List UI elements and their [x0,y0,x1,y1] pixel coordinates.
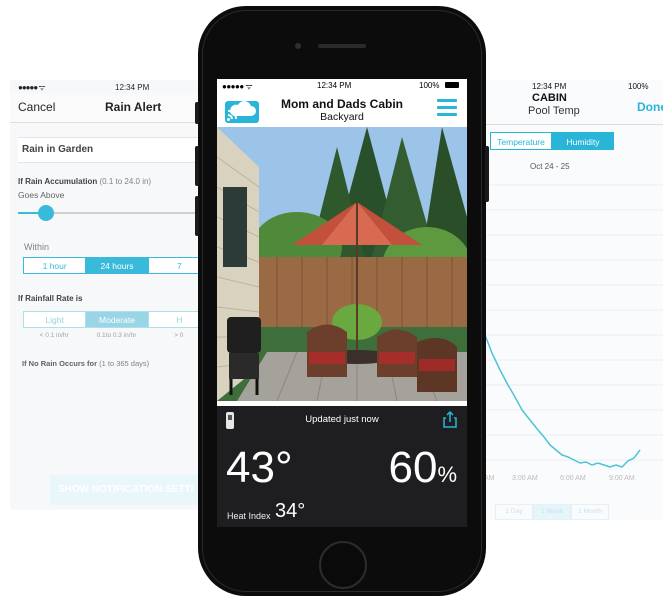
goes-above-label: Goes Above [18,190,65,200]
hamburger-menu-icon[interactable] [437,99,457,117]
sensor-subtitle: Pool Temp [528,105,580,117]
rate-hint-moderate: 0.1to 0.3 in/hr [96,332,137,339]
phone-screen: ●●●●● ᯤ 12:34 PM 100% Mom and Dads Cabin… [217,79,467,527]
mute-switch [195,102,199,124]
status-time: 12:34 PM [115,82,150,92]
humidity-unit: % [437,462,457,487]
reading-panel: Updated just now 43° 60% Heat Index 34° [217,406,467,527]
rate-segmented-control: Light Moderate H [23,311,210,328]
range-1-week[interactable]: 1 Week [533,504,571,520]
tab-humidity[interactable]: Humidity [552,132,614,150]
within-segmented-control: 1 hour 24 hours 7 [23,257,210,274]
device-title: Mom and Dads Cabin [280,97,403,111]
status-bar: ●●●●● ᯤ 12:34 PM 100% [217,79,467,92]
within-option-1-hour[interactable]: 1 hour [23,257,87,274]
home-button[interactable] [319,541,367,589]
humidity-chart [470,184,663,468]
humidity-value: 60% [388,446,457,490]
battery-percent: 100% [419,81,440,90]
app-header: Mom and Dads Cabin Backyard [217,92,467,127]
rate-hint-light: < 0.1 in/hr [39,332,69,339]
rate-hints: < 0.1 in/hr 0.1to 0.3 in/hr > 0 [23,332,210,339]
phone-frame: ●●●●● ᯤ 12:34 PM 100% Mom and Dads Cabin… [195,6,489,596]
rain-alert-screen: ●●●●● ᯤ 12:34 PM Cancel Rain Alert Rain … [10,80,210,510]
range-1-month[interactable]: 1 Month [571,504,609,520]
accumulation-slider[interactable] [18,205,210,221]
backyard-photo [217,127,467,402]
volume-down-button [195,196,199,236]
humidity-line [484,334,641,468]
x-label: 6:00 AM [560,475,586,482]
temperature-value: 43° [226,443,293,492]
heat-index-value: 34° [275,500,306,522]
tab-temperature[interactable]: Temperature [490,132,552,150]
done-button[interactable]: Done [637,100,663,114]
humidity-number: 60 [388,443,438,492]
no-rain-label-text: If No Rain Occurs for [22,359,98,368]
location-subtitle: Backyard [320,111,364,123]
rate-option-light[interactable]: Light [23,311,87,328]
within-label: Within [24,242,50,252]
nav-bar: Cancel Rain Alert [10,94,210,123]
date-range: Oct 24 - 25 [530,162,570,171]
show-notification-settings-button[interactable]: SHOW NOTIFICATION SETTI [50,475,210,505]
accumulation-label: If Rain Accumulation (0.1 to 24.0 in) [18,177,210,186]
front-camera [295,43,301,49]
battery-level: 100% [628,82,649,91]
accumulation-hint: (0.1 to 24.0 in) [99,177,152,186]
x-label: 9:00 AM [609,475,635,482]
slider-handle[interactable] [38,205,54,221]
share-icon[interactable] [442,411,458,428]
power-button [485,146,489,202]
cancel-button[interactable]: Cancel [18,100,55,114]
heat-index-label: Heat Index [227,511,271,521]
pool-temp-screen: 12:34 PM 100% CABIN Pool Temp Done Tempe… [470,80,663,520]
updated-status: Updated just now [305,414,379,425]
rate-label-text: If Rainfall Rate is [18,294,83,303]
range-selector: 1 Day 1 Week 1 Month [495,504,609,520]
metric-tabs: Temperature Humidity [490,132,614,150]
accumulation-label-text: If Rain Accumulation [18,177,98,186]
status-bar: ●●●●● ᯤ 12:34 PM [10,80,210,94]
volume-up-button [195,146,199,186]
status-time: 12:34 PM [317,81,352,90]
signal-icon: ●●●●● ᯤ [18,82,46,92]
x-label: 3:00 AM [512,475,538,482]
status-time: 12:34 PM [532,82,567,91]
earpiece-speaker [318,44,366,48]
battery-icon [445,82,459,88]
range-1-day[interactable]: 1 Day [495,504,533,520]
signal-icon: ●●●●● ᯤ [222,82,253,91]
chart-gridlines [470,184,663,461]
rate-label: If Rainfall Rate is [18,294,210,303]
sensor-name-field[interactable]: Rain in Garden [18,137,210,163]
within-option-24-hours[interactable]: 24 hours [85,257,149,274]
no-rain-label: If No Rain Occurs for (1 to 365 days) [22,359,210,368]
rate-option-moderate[interactable]: Moderate [85,311,149,328]
device-title: CABIN [532,92,567,104]
no-rain-hint: (1 to 365 days) [99,359,150,368]
page-title: Rain Alert [105,100,162,114]
header-divider [470,124,663,125]
